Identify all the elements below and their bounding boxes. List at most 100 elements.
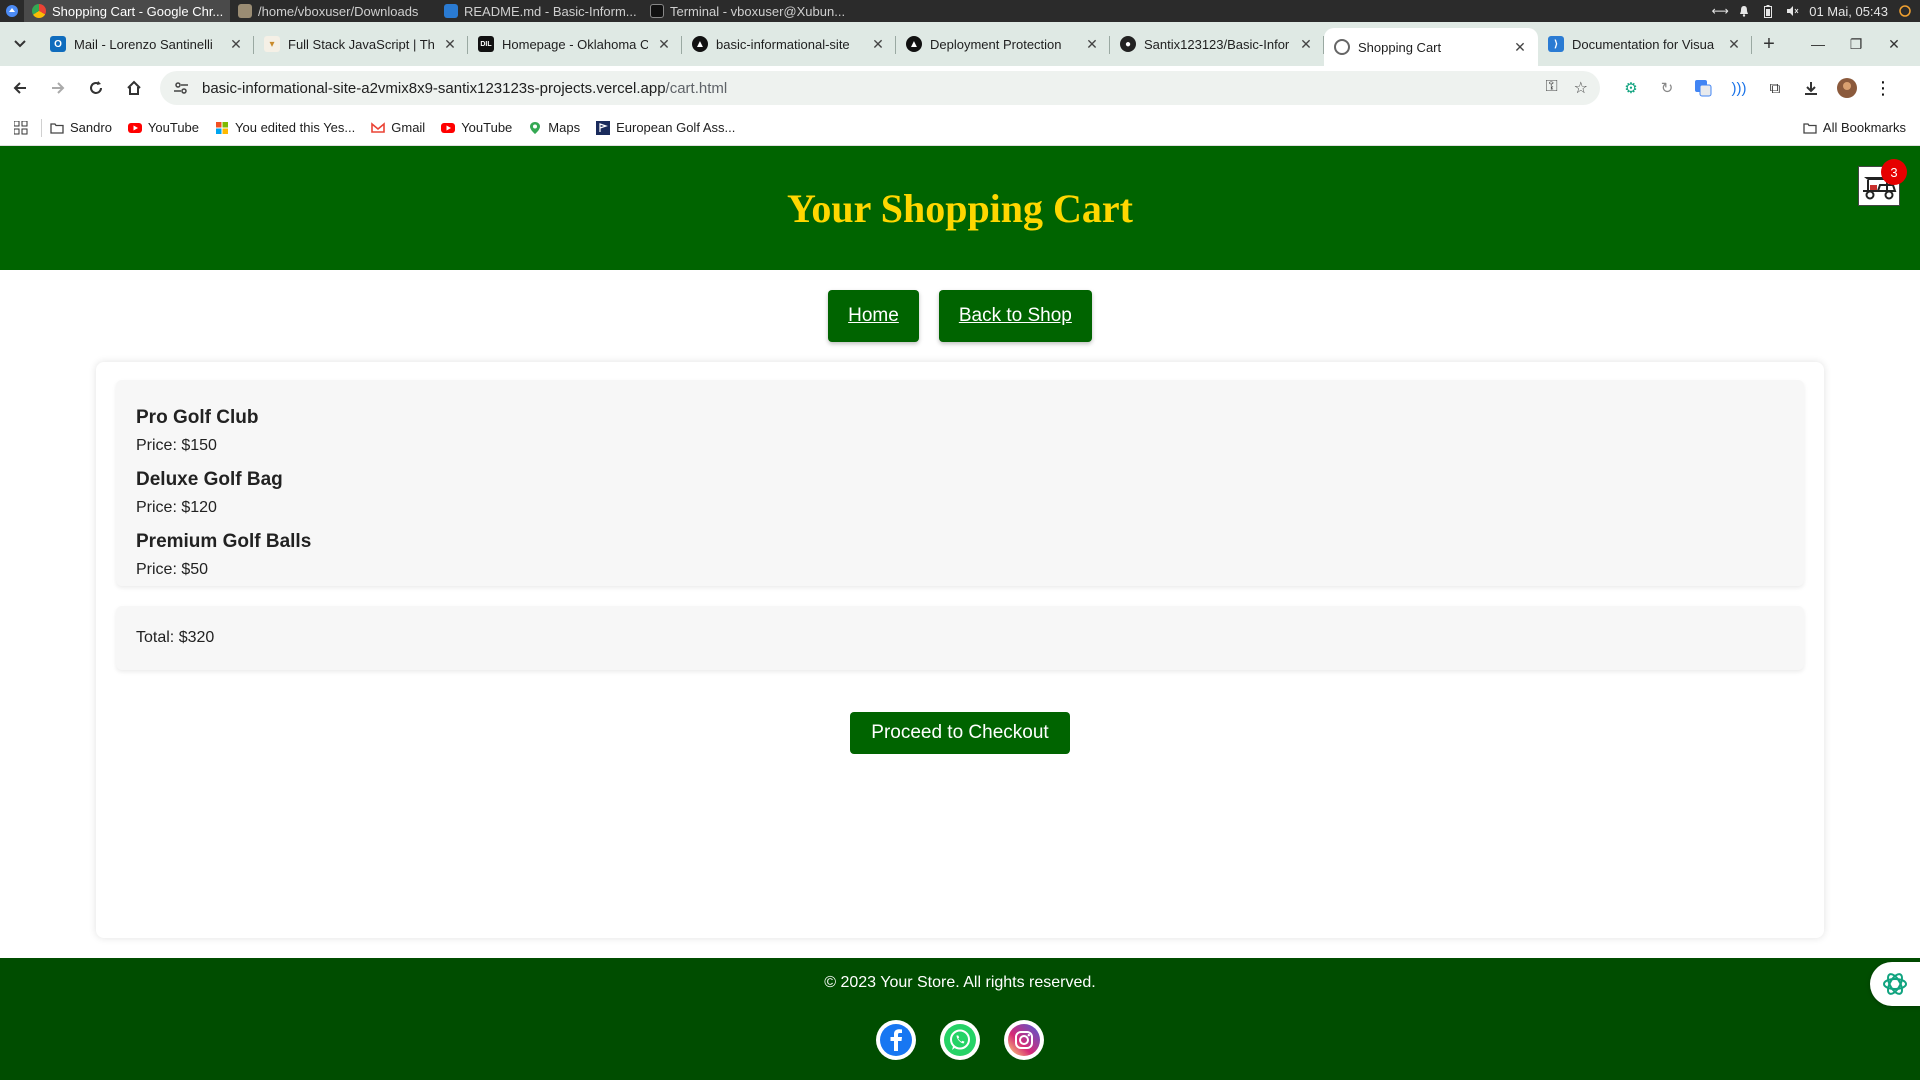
tab-mail[interactable]: O Mail - Lorenzo Santinelli ✕: [40, 22, 254, 66]
system-tray: ⟷ 01 Mai, 05:43: [1712, 4, 1920, 19]
whatsapp-icon[interactable]: [940, 1020, 980, 1060]
new-tab-plus-icon[interactable]: +: [1752, 22, 1786, 66]
url-text[interactable]: basic-informational-site-a2vmix8x9-santi…: [202, 80, 1533, 97]
bookmark-star-icon[interactable]: ☆: [1574, 78, 1588, 98]
close-tab-icon[interactable]: ✕: [1298, 36, 1314, 52]
tab-deployment-protection[interactable]: ▲ Deployment Protection ✕: [896, 22, 1110, 66]
all-bookmarks-label: All Bookmarks: [1822, 120, 1906, 135]
folder-icon: [50, 121, 64, 135]
power-icon[interactable]: [1898, 4, 1912, 18]
os-taskbar: Shopping Cart - Google Chr... /home/vbox…: [0, 0, 1920, 22]
tab-full-stack-javascript[interactable]: ▾ Full Stack JavaScript | The ✕: [254, 22, 468, 66]
dil-logo-icon: DIL: [478, 36, 494, 52]
terminal-icon: [650, 4, 664, 18]
checkout-button[interactable]: Proceed to Checkout: [850, 712, 1070, 754]
item-name: Pro Golf Club: [136, 407, 259, 428]
close-tab-icon[interactable]: ✕: [656, 36, 672, 52]
tab-github-repo[interactable]: ● Santix123123/Basic-Infor ✕: [1110, 22, 1324, 66]
close-tab-icon[interactable]: ✕: [228, 36, 244, 52]
taskbar-task-vscode[interactable]: README.md - Basic-Inform...: [436, 0, 642, 22]
tab-documentation[interactable]: ⟩ Documentation for Visua ✕: [1538, 22, 1752, 66]
window-controls: — ❐ ✕: [1802, 30, 1920, 58]
taskbar-task-chrome[interactable]: Shopping Cart - Google Chr...: [24, 0, 230, 22]
ai-assistant-icon[interactable]: [1870, 962, 1920, 1006]
vercel-icon: ▲: [692, 36, 708, 52]
url-path: /cart.html: [665, 79, 728, 97]
bookmark-gmail[interactable]: Gmail: [363, 114, 433, 142]
whisker-menu-icon[interactable]: [0, 0, 24, 22]
cart-count-badge: 3: [1881, 159, 1907, 185]
tab-label: Deployment Protection: [930, 36, 1062, 52]
tab-label: Mail - Lorenzo Santinelli: [74, 36, 213, 52]
all-bookmarks-button[interactable]: All Bookmarks: [1795, 114, 1920, 142]
download-icon[interactable]: [1800, 77, 1822, 99]
taskbar-task-label: /home/vboxuser/Downloads: [258, 3, 419, 19]
item-price: Price: $50: [136, 561, 209, 578]
bookmark-european-golf[interactable]: European Golf Ass...: [588, 114, 743, 142]
home-link[interactable]: Home: [828, 290, 919, 342]
facebook-icon[interactable]: [876, 1020, 916, 1060]
item-price: Price: $120: [136, 499, 217, 516]
bookmark-youtube-2[interactable]: YouTube: [433, 114, 520, 142]
forward-arrow-icon[interactable]: [40, 70, 76, 106]
close-tab-icon[interactable]: ✕: [442, 36, 458, 52]
cart-item: Deluxe Golf Bag Price: $120: [136, 466, 1784, 522]
bookmarks-bar: Sandro YouTube You edited this Yes... Gm…: [0, 110, 1920, 146]
instagram-icon[interactable]: [1004, 1020, 1044, 1060]
translate-extension-icon[interactable]: [1692, 77, 1714, 99]
password-key-icon[interactable]: ⚿: [1545, 78, 1557, 98]
close-tab-icon[interactable]: ✕: [1512, 39, 1528, 55]
notification-bell-icon[interactable]: [1737, 4, 1751, 18]
url-host: basic-informational-site-a2vmix8x9-santi…: [202, 79, 666, 97]
github-icon: ●: [1120, 36, 1136, 52]
close-tab-icon[interactable]: ✕: [1084, 36, 1100, 52]
bookmark-maps[interactable]: Maps: [520, 114, 588, 142]
bookmark-you-edited[interactable]: You edited this Yes...: [207, 114, 363, 142]
kebab-menu-icon[interactable]: ⋮: [1872, 77, 1894, 99]
back-to-shop-link[interactable]: Back to Shop: [938, 290, 1092, 342]
reload-icon[interactable]: [78, 70, 114, 106]
minimize-icon[interactable]: —: [1802, 30, 1834, 58]
tab-homepage-oklahoma[interactable]: DIL Homepage - Oklahoma C ✕: [468, 22, 682, 66]
bookmark-label: Sandro: [70, 120, 112, 135]
browser-toolbar: basic-informational-site-a2vmix8x9-santi…: [0, 66, 1920, 110]
browser-tab-strip: O Mail - Lorenzo Santinelli ✕ ▾ Full Sta…: [0, 22, 1920, 66]
apps-grid-icon[interactable]: [0, 118, 42, 137]
bookmark-youtube[interactable]: YouTube: [120, 114, 207, 142]
extensions-puzzle-icon[interactable]: ⧉: [1764, 77, 1786, 99]
cart-item: Premium Golf Balls Price: $50: [136, 528, 1784, 584]
restore-icon[interactable]: ❐: [1840, 30, 1872, 58]
back-arrow-icon[interactable]: [2, 70, 38, 106]
close-tab-icon[interactable]: ✕: [870, 36, 886, 52]
folder-icon: [238, 4, 252, 18]
web-page: Your Shopping Cart 3 Home Back to Shop P…: [0, 146, 1920, 1080]
bookmark-label: YouTube: [461, 120, 513, 135]
address-bar[interactable]: basic-informational-site-a2vmix8x9-santi…: [160, 71, 1600, 105]
gmail-icon: [371, 121, 386, 135]
close-tab-icon[interactable]: ✕: [1726, 36, 1742, 52]
taskbar-task-files[interactable]: /home/vboxuser/Downloads: [230, 0, 436, 22]
taskbar-task-terminal[interactable]: Terminal - vboxuser@Xubun...: [642, 0, 848, 22]
cart-icon[interactable]: 3: [1858, 159, 1907, 206]
volume-muted-icon[interactable]: [1785, 4, 1799, 18]
chrome-icon: [32, 4, 46, 18]
chatgpt-extension-icon[interactable]: ⚙: [1620, 77, 1642, 99]
item-name: Deluxe Golf Bag: [136, 469, 283, 490]
tab-search-chevron-icon[interactable]: [0, 22, 40, 66]
tab-basic-informational-site[interactable]: ▲ basic-informational-site ✕: [682, 22, 896, 66]
globe-icon: [1334, 39, 1350, 55]
site-footer: © 2023 Your Store. All rights reserved.: [0, 958, 1920, 1080]
battery-icon[interactable]: [1761, 4, 1775, 18]
close-window-icon[interactable]: ✕: [1878, 30, 1910, 58]
network-arrows-icon[interactable]: ⟷: [1712, 4, 1729, 18]
read-aloud-extension-icon[interactable]: ))): [1728, 77, 1750, 99]
site-info-icon[interactable]: [172, 79, 190, 97]
clock[interactable]: 01 Mai, 05:43: [1809, 4, 1888, 19]
folder-icon: [1803, 121, 1817, 135]
tab-shopping-cart[interactable]: Shopping Cart ✕: [1324, 28, 1538, 66]
refresh-extension-icon[interactable]: ↻: [1656, 77, 1678, 99]
bookmark-sandro[interactable]: Sandro: [42, 114, 120, 142]
home-icon[interactable]: [116, 70, 152, 106]
outlook-icon: O: [50, 36, 66, 52]
profile-avatar[interactable]: [1836, 77, 1858, 99]
